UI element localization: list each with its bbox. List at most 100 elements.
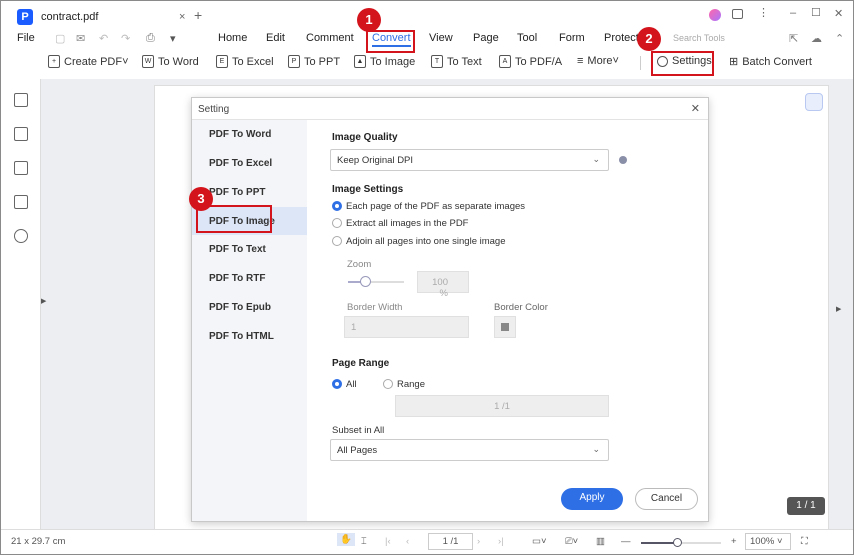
range-all-label: All [346, 379, 357, 390]
to-text-button[interactable]: T To Text [431, 55, 482, 68]
minimize-button[interactable]: – [790, 7, 796, 19]
close-window-button[interactable]: ✕ [834, 7, 843, 20]
to-excel-button[interactable]: E To Excel [216, 55, 274, 68]
first-page-icon[interactable]: |‹ [385, 536, 391, 547]
mail-icon[interactable]: ✉ [76, 32, 85, 45]
ai-assistant-icon[interactable] [805, 93, 823, 111]
print-icon[interactable]: ⎙ [146, 32, 155, 45]
radio-range-custom[interactable] [383, 379, 393, 389]
page-mode-icon[interactable]: ▭˅ [532, 536, 547, 547]
border-width-label: Border Width [347, 302, 403, 313]
zoom-slider[interactable] [348, 276, 404, 287]
settings-nav: PDF To Word PDF To Excel PDF To PPT PDF … [192, 120, 307, 521]
label: To PDF/A [515, 55, 563, 68]
comment-icon[interactable] [14, 161, 28, 175]
collapse-ribbon-icon[interactable]: ⌃ [835, 32, 844, 45]
option-extract-images: Extract all images in the PDF [346, 218, 469, 229]
search-tools-input[interactable]: Search Tools [673, 33, 725, 43]
page-number-input[interactable]: 1 /1 [428, 533, 473, 550]
batch-convert-button[interactable]: ⊞ Batch Convert [729, 55, 812, 69]
menu-page[interactable]: Page [473, 32, 499, 44]
save-icon[interactable]: ▢ [55, 32, 65, 45]
menu-view[interactable]: View [429, 32, 453, 44]
to-pdfa-button[interactable]: A To PDF/A [499, 55, 562, 68]
prev-page-icon[interactable]: ‹ [406, 536, 409, 547]
menu-protect[interactable]: Protect [604, 32, 639, 44]
radio-separate-images[interactable] [332, 201, 342, 211]
feedback-icon[interactable] [732, 9, 743, 19]
menu-edit[interactable]: Edit [266, 32, 285, 44]
nav-pdf-to-epub[interactable]: PDF To Epub [192, 293, 307, 321]
last-page-icon[interactable]: ›| [498, 536, 504, 547]
thumbnails-icon[interactable] [14, 93, 28, 107]
subset-select[interactable]: All Pages ⌄ [330, 439, 609, 461]
to-image-button[interactable]: ▲ To Image [354, 55, 415, 68]
label: To Excel [232, 55, 274, 68]
zoom-slider[interactable] [641, 538, 721, 547]
range-custom-label: Range [397, 379, 425, 390]
chevron-down-icon: ⌄ [592, 154, 600, 164]
scrollbar[interactable]: ▶ [836, 85, 842, 525]
nav-pdf-to-html[interactable]: PDF To HTML [192, 322, 307, 350]
radio-extract-images[interactable] [332, 218, 342, 228]
nav-pdf-to-text[interactable]: PDF To Text [192, 235, 307, 263]
to-word-button[interactable]: W To Word [142, 55, 199, 68]
zoom-input[interactable]: 100 % [417, 271, 469, 299]
cancel-button[interactable]: Cancel [635, 488, 698, 510]
label: To Text [447, 55, 482, 68]
redo-icon[interactable]: ↷ [121, 32, 130, 45]
radio-range-all[interactable] [332, 379, 342, 389]
bookmark-icon[interactable] [14, 127, 28, 141]
undo-icon[interactable]: ↶ [99, 32, 108, 45]
zoom-select[interactable]: 100% ˅ [745, 533, 791, 550]
attachment-icon[interactable] [14, 195, 28, 209]
nav-pdf-to-rtf[interactable]: PDF To RTF [192, 264, 307, 292]
nav-pdf-to-excel[interactable]: PDF To Excel [192, 149, 307, 177]
maximize-button[interactable]: ☐ [811, 6, 821, 19]
select-tool-icon[interactable]: ⌶ [361, 536, 367, 547]
nav-pdf-to-word[interactable]: PDF To Word [192, 120, 307, 148]
zoom-in-icon[interactable]: + [731, 536, 737, 547]
menu-comment[interactable]: Comment [306, 32, 354, 44]
hand-tool-icon[interactable]: ✋ [337, 533, 355, 546]
quick-access-dropdown-icon[interactable]: ▾ [170, 32, 176, 45]
radio-adjoin-pages[interactable] [332, 236, 342, 246]
new-tab-button[interactable]: + [194, 7, 202, 23]
apply-button[interactable]: Apply [561, 488, 623, 510]
next-page-icon[interactable]: › [477, 536, 480, 547]
menu-home[interactable]: Home [218, 32, 247, 44]
menu-form[interactable]: Form [559, 32, 585, 44]
chevron-down-icon: ⌄ [592, 444, 600, 454]
expand-sidebar-icon[interactable]: ▶ [41, 297, 46, 305]
image-quality-select[interactable]: Keep Original DPI ⌄ [330, 149, 609, 171]
share-icon[interactable]: ⇱ [789, 32, 798, 45]
create-pdf-button[interactable]: + Create PDF˅ [48, 55, 129, 68]
border-color-swatch[interactable] [494, 316, 516, 338]
highlight-pdf-to-image [196, 205, 272, 233]
page-size: 21 x 29.7 cm [11, 536, 66, 547]
border-width-input[interactable]: 1 [344, 316, 469, 338]
more-button[interactable]: ≡ More˅ [577, 55, 619, 67]
range-input[interactable]: 1 /1 [395, 395, 609, 417]
zoom-out-icon[interactable]: — [621, 536, 631, 547]
info-icon[interactable] [619, 156, 627, 164]
left-sidebar: ▶ [1, 79, 46, 529]
fit-page-icon[interactable]: ⛶ [801, 536, 808, 547]
menu-file[interactable]: File [17, 32, 35, 44]
cloud-upload-icon[interactable]: ☁ [811, 32, 822, 45]
to-ppt-button[interactable]: P To PPT [288, 55, 340, 68]
label: To Word [158, 55, 199, 68]
presentation-icon[interactable]: ⎚˅ [565, 536, 578, 547]
ppt-icon: P [288, 55, 300, 68]
menu-tool[interactable]: Tool [517, 32, 537, 44]
tab-close-icon[interactable]: × [179, 11, 185, 23]
dialog-close-icon[interactable]: ✕ [691, 102, 700, 115]
more-icon[interactable]: ⋮ [758, 6, 769, 19]
avatar[interactable] [709, 9, 721, 21]
divider [640, 56, 641, 70]
excel-icon: E [216, 55, 228, 68]
document-tab[interactable]: P contract.pdf × [11, 5, 191, 29]
search-icon[interactable] [14, 229, 28, 243]
app-window: P contract.pdf × + ⋮ – ☐ ✕ File ▢ ✉ ↶ ↷ … [1, 1, 853, 554]
two-page-icon[interactable]: ▥ [596, 536, 605, 547]
